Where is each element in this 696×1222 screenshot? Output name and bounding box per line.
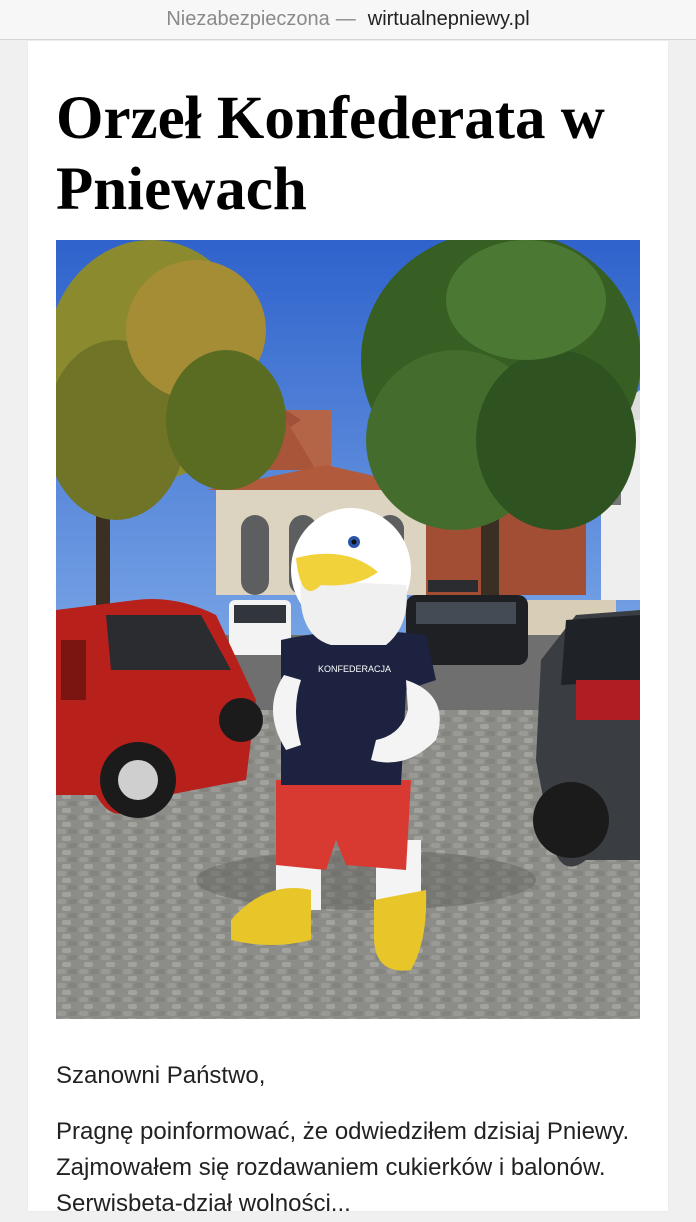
shirt-logo-text: KONFEDERACJA — [318, 664, 391, 674]
address-bar[interactable]: Niezabezpieczona — wirtualnepniewy.pl — [0, 0, 696, 40]
mascot-photo-illustration: KONFEDERACJA — [56, 240, 640, 1019]
site-domain[interactable]: wirtualnepniewy.pl — [368, 8, 530, 31]
article-title: Orzeł Konfederata w Pniewach — [56, 85, 605, 223]
greeting-text: Szanowni Państwo, — [56, 1062, 266, 1089]
address-separator: — — [335, 8, 356, 30]
article-paragraph: Pragnę poinformować, że odwiedziłem dzis… — [56, 1118, 630, 1217]
hero-photo[interactable]: KONFEDERACJA — [56, 240, 640, 1019]
security-label: Niezabezpieczona — [166, 8, 330, 30]
article-card: Orzeł Konfederata w Pniewach KONFEDERACJ… — [28, 41, 668, 1217]
